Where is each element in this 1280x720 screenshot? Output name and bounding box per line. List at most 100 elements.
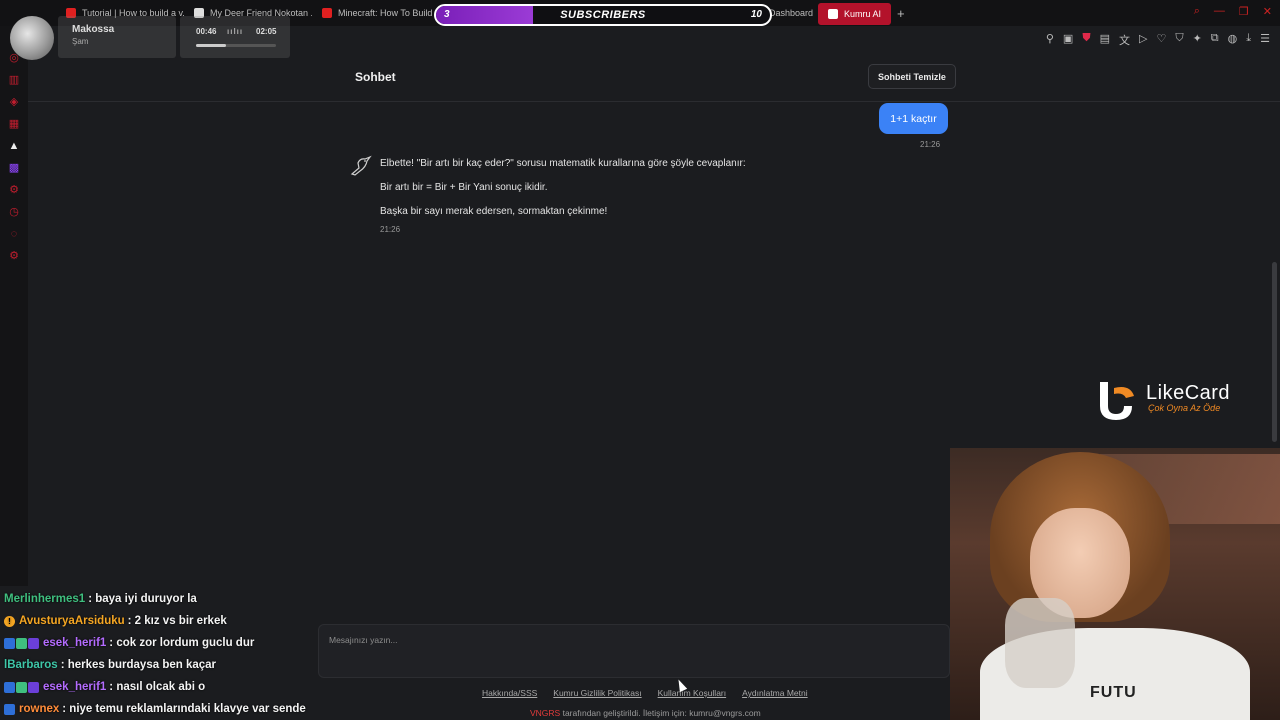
chat-message-text: : nasıl olcak abi o: [109, 681, 206, 693]
history-icon[interactable]: ◷: [8, 206, 20, 218]
maximize-icon[interactable]: ❐: [1239, 5, 1249, 18]
close-icon[interactable]: ✕: [1263, 5, 1272, 18]
tab-favicon-icon: [322, 8, 332, 18]
browser-tab[interactable]: Kumru AI: [818, 3, 892, 25]
music-progress-bar: [196, 44, 276, 47]
heart-icon[interactable]: ♡: [1156, 32, 1166, 48]
bot-message: Elbette! "Bir artı bir kaç eder?" sorusu…: [380, 158, 920, 230]
chat-badges: [4, 637, 39, 649]
download-icon[interactable]: ⤓: [1246, 32, 1251, 48]
music-widget: Makossa Şam 00:46 ıılıı 02:05: [6, 14, 290, 60]
shield-icon[interactable]: ⛊: [1082, 32, 1090, 48]
likecard-tagline: Çok Oyna Az Öde: [1148, 403, 1221, 413]
extensions-icon[interactable]: ✦: [1193, 32, 1202, 48]
footer-links: Hakkında/SSS Kumru Gizlilik Politikası K…: [482, 688, 808, 698]
song-title: Makossa: [72, 24, 115, 35]
settings-icon[interactable]: ⚙: [8, 184, 20, 196]
twitch-chat-line: esek_herif1: nasıl olcak abi o: [4, 676, 324, 698]
total-time: 02:05: [256, 27, 277, 36]
chat-icon[interactable]: ◌: [8, 228, 20, 240]
chat-header: Sohbet Sohbeti Temizle: [28, 52, 1280, 102]
footer-credit-text: tarafından geliştirildi. İletişim için: …: [560, 708, 761, 718]
chat-badge-icon: [16, 637, 27, 649]
chat-username[interactable]: esek_herif1: [43, 637, 106, 649]
subscriber-goal-bar: 3 SUBSCRIBERS 10: [434, 4, 772, 26]
chat-badge-icon: [28, 681, 39, 693]
footer-link-privacy[interactable]: Kumru Gizlilik Politikası: [553, 688, 641, 698]
twitch-chat-line: esek_herif1: cok zor lordum guclu dur: [4, 632, 324, 654]
window-controls: ⌕ — ❐ ✕: [1194, 5, 1272, 18]
footer-credit: VNGRS tarafından geliştirildi. İletişim …: [530, 708, 761, 718]
footer-link-about[interactable]: Hakkında/SSS: [482, 688, 537, 698]
search-icon[interactable]: ⌕: [1194, 5, 1200, 18]
subscriber-goal-label: SUBSCRIBERS: [560, 9, 646, 21]
play-icon[interactable]: ▷: [1139, 32, 1147, 48]
chat-badge-icon: [16, 681, 27, 693]
menu-icon[interactable]: ☰: [1260, 32, 1270, 48]
chat-badge-icon: [4, 637, 15, 649]
bot-message-time: 21:26: [380, 225, 401, 234]
chat-username[interactable]: rownex: [19, 703, 59, 715]
tab-icon[interactable]: ▤: [1100, 32, 1110, 48]
mail-icon[interactable]: ▦: [8, 118, 20, 130]
chat-username[interactable]: esek_herif1: [43, 681, 106, 693]
album-art: [10, 16, 54, 60]
twitch-chat-line: Merlinhermes1: baya iyi duruyor la: [4, 588, 324, 610]
chat-scrollbar[interactable]: [1271, 102, 1278, 448]
new-tab-button[interactable]: +: [891, 6, 911, 21]
current-time: 00:46: [196, 27, 217, 36]
chat-message-text: : niye temu reklamlarındaki klavye var s…: [62, 703, 306, 715]
gear-icon[interactable]: ⚙: [8, 250, 20, 262]
browser-sidebar: ◎ ▥ ◈ ▦ ▲ ▩ ⚙ ◷ ◌ ⚙: [0, 26, 28, 586]
chat-message-text: : baya iyi duruyor la: [88, 593, 197, 605]
minimize-icon[interactable]: —: [1214, 5, 1225, 18]
page-title: Sohbet: [355, 70, 396, 84]
snapshot-icon[interactable]: ▣: [1063, 32, 1073, 48]
user-message-time: 21:26: [920, 140, 941, 149]
bag-icon[interactable]: ▥: [8, 74, 20, 86]
music-info: Makossa Şam: [58, 16, 176, 58]
browser-tab[interactable]: Minecraft: How To Build a ...: [312, 0, 440, 26]
likecard-name: LikeCard: [1146, 382, 1231, 404]
chat-message-text: : cok zor lordum guclu dur: [109, 637, 255, 649]
puzzle-icon[interactable]: ⧉: [1211, 32, 1219, 48]
chat-username[interactable]: Merlinhermes1: [4, 593, 85, 605]
bot-message-paragraph: Bir artı bir = Bir + Bir Yani sonuç ikid…: [380, 182, 548, 193]
footer-link-disclosure[interactable]: Aydınlatma Metni: [742, 688, 808, 698]
tab-favicon-icon: [828, 9, 838, 19]
bot-message-paragraph: Başka bir sayı merak edersen, sormaktan …: [380, 206, 608, 217]
likecard-emblem-icon: [1100, 382, 1134, 420]
webcam-feed: FUTU: [950, 448, 1280, 720]
footer-brand[interactable]: VNGRS: [530, 708, 560, 718]
message-input[interactable]: [329, 633, 929, 647]
clear-chat-button[interactable]: Sohbeti Temizle: [868, 64, 956, 89]
vpn-icon[interactable]: ⛉: [1175, 32, 1183, 48]
twitch-chat-line: ! AvusturyaArsiduku: 2 kız vs bir erkek: [4, 610, 324, 632]
scrollbar-thumb[interactable]: [1272, 262, 1277, 442]
music-time: 00:46 ıılıı 02:05: [180, 16, 290, 58]
account-icon[interactable]: ◍: [1228, 32, 1238, 48]
message-input-container: [318, 624, 950, 678]
tab-label: Minecraft: How To Build a ...: [338, 8, 440, 18]
likecard-logo: LikeCard Çok Oyna Az Öde: [1094, 378, 1244, 422]
chat-badge-icon: [4, 703, 15, 715]
footer-link-terms[interactable]: Kullanım Koşulları: [658, 688, 727, 698]
pin-icon[interactable]: ⚲: [1046, 32, 1054, 48]
chat-badges: [4, 681, 39, 693]
music-progress-fill: [196, 44, 226, 47]
chat-username[interactable]: lBarbaros: [4, 659, 58, 671]
translate-icon[interactable]: 文: [1119, 32, 1130, 48]
equalizer-icon: ıılıı: [227, 27, 244, 36]
messenger-icon[interactable]: ◈: [8, 96, 20, 108]
chat-message-text: : 2 kız vs bir erkek: [127, 615, 227, 627]
browser-toolbar: ⚲ ▣ ⛊ ▤ 文 ▷ ♡ ⛉ ✦ ⧉ ◍ ⤓ ☰: [290, 30, 1280, 50]
twitch-chat-line: lBarbaros: herkes burdaysa ben kaçar: [4, 654, 324, 676]
twitch-chat-line: rownex: niye temu reklamlarındaki klavye…: [4, 698, 324, 720]
user-message-bubble: 1+1 kaçtır: [879, 103, 948, 134]
chat-badge-icon: [4, 681, 15, 693]
chat-username[interactable]: AvusturyaArsiduku: [19, 615, 125, 627]
kumru-icon[interactable]: ▲: [8, 140, 20, 152]
subscriber-goal-end: 10: [750, 9, 762, 20]
twitch-icon[interactable]: ▩: [8, 162, 20, 174]
twitch-chat-overlay: Merlinhermes1: baya iyi duruyor la! Avust…: [4, 588, 324, 720]
